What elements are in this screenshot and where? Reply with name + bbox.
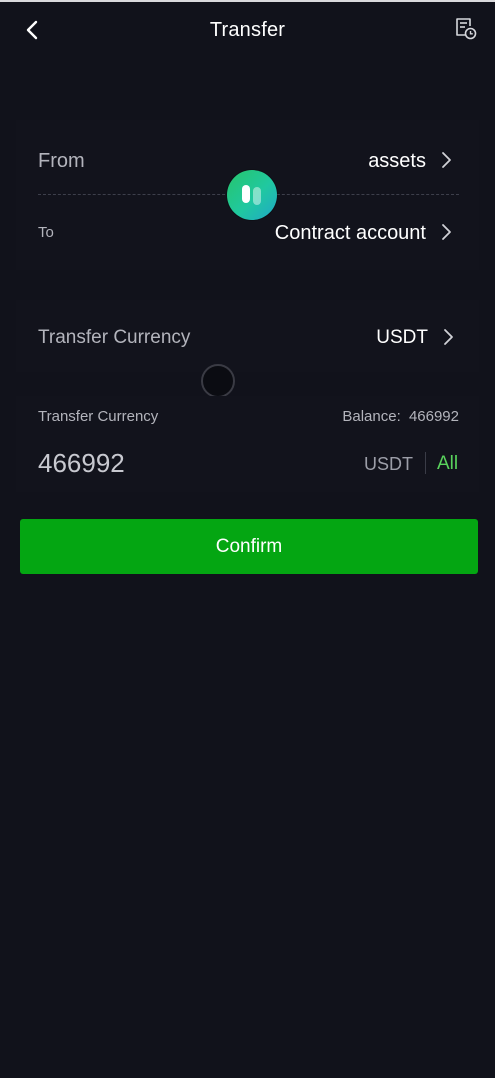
from-account-value: assets [368, 150, 426, 172]
to-account-value: Contract account [274, 222, 426, 244]
currency-selector[interactable]: USDT [340, 319, 460, 357]
balance-text: Balance: 466992 [342, 408, 459, 425]
swap-accounts-icon [242, 185, 261, 205]
balance-value: 466992 [408, 408, 459, 425]
amount-input[interactable]: 466992 [38, 448, 125, 479]
to-label: To [38, 224, 54, 241]
currency-value: USDT [376, 327, 428, 348]
loading-spinner [201, 364, 235, 398]
unit-separator [425, 452, 426, 474]
chevron-right-icon [442, 224, 451, 240]
balance-separator: : [396, 408, 401, 425]
balance-label: Balance [342, 408, 397, 425]
swap-accounts-button[interactable] [227, 170, 277, 220]
transfer-record-button[interactable] [452, 15, 478, 41]
chevron-right-icon [442, 152, 451, 168]
all-button[interactable]: All [437, 453, 458, 475]
chevron-right-icon [444, 329, 453, 345]
to-account-selector[interactable]: Contract account [240, 214, 460, 252]
from-account-selector[interactable]: assets [300, 142, 460, 180]
amount-label: Transfer Currency [38, 408, 159, 425]
currency-label: Transfer Currency [38, 327, 191, 348]
header-bar: Transfer [0, 2, 495, 58]
page-title: Transfer [209, 19, 286, 41]
record-clock-icon [456, 18, 477, 40]
from-label: From [38, 150, 85, 172]
amount-unit: USDT [364, 454, 413, 474]
confirm-button[interactable]: Confirm [20, 519, 478, 574]
